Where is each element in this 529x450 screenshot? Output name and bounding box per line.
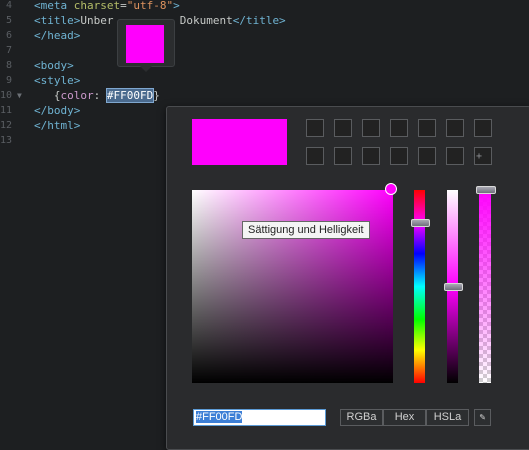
code-token: </title> — [232, 14, 286, 27]
color-preview-popover — [117, 19, 175, 72]
code-token: } — [153, 89, 160, 102]
saturation-tooltip: Sättigung und Helligkeit — [242, 221, 370, 239]
preset-swatch[interactable] — [474, 119, 492, 137]
code-text: </head> — [34, 28, 80, 43]
code-text: </html> — [34, 118, 80, 133]
code-text: {color: #FF00FD} — [34, 88, 160, 103]
mode-hex-button[interactable]: Hex — [383, 409, 426, 426]
code-text: <meta charset="utf-8"> — [34, 0, 180, 13]
code-text: </body> — [34, 103, 80, 118]
code-token: </html> — [34, 119, 81, 132]
preset-swatch[interactable] — [446, 147, 464, 165]
preset-swatch[interactable] — [306, 119, 324, 137]
code-token: { — [34, 89, 61, 102]
code-text: <body> — [34, 58, 74, 73]
code-token: : — [93, 89, 107, 102]
line-number: 11 — [0, 105, 13, 116]
hex-input-value: #FF00FD — [196, 411, 243, 423]
hue-slider-thumb[interactable] — [411, 218, 430, 227]
line-number: 10 — [0, 90, 13, 101]
code-token: Unber — [80, 14, 114, 27]
line-number: 12 — [0, 120, 13, 131]
alpha-slider-thumb[interactable] — [476, 186, 496, 194]
saturation-handle[interactable] — [385, 183, 397, 195]
code-token: </head> — [34, 29, 81, 42]
lightness-slider-thumb[interactable] — [444, 282, 463, 291]
alpha-slider[interactable] — [479, 190, 491, 383]
code-token: Dokument — [179, 14, 233, 27]
add-preset-icon[interactable]: + — [476, 151, 482, 162]
hex-input-field[interactable]: #FF00FD — [193, 409, 326, 426]
color-picker-panel: + Sättigung und Helligkeit #FF00FD RGBa … — [166, 106, 529, 450]
code-token: charset — [73, 0, 121, 12]
saturation-lightness-field[interactable] — [192, 190, 393, 383]
preset-swatch[interactable] — [418, 119, 436, 137]
code-token: <title> — [34, 14, 81, 27]
line-number: 7 — [5, 45, 12, 56]
preset-swatch[interactable] — [446, 119, 464, 137]
current-color-swatch — [192, 119, 287, 165]
color-preview-swatch — [126, 25, 164, 63]
code-token: <meta — [34, 0, 74, 12]
fold-arrow-icon[interactable]: ▼ — [17, 88, 22, 103]
line-number: 5 — [5, 15, 12, 26]
code-token: <body> — [34, 59, 74, 72]
line-number: 13 — [0, 135, 13, 146]
code-token: = — [120, 0, 127, 12]
mode-rgba-button[interactable]: RGBa — [340, 409, 383, 426]
code-text: <style> — [34, 73, 80, 88]
preset-swatch[interactable] — [390, 119, 408, 137]
preset-swatch[interactable] — [362, 147, 380, 165]
preset-swatch[interactable] — [306, 147, 324, 165]
line-number: 6 — [5, 30, 12, 41]
mode-hsla-button[interactable]: HSLa — [426, 409, 469, 426]
preset-swatch[interactable] — [334, 147, 352, 165]
selected-color-value: #FF00FD — [105, 88, 155, 103]
preset-swatch[interactable] — [334, 119, 352, 137]
line-number: 8 — [5, 60, 12, 71]
code-token: color — [60, 89, 94, 102]
code-token: > — [173, 0, 180, 12]
code-token: </body> — [34, 104, 81, 117]
preset-swatch[interactable] — [418, 147, 436, 165]
code-token: "utf-8" — [126, 0, 174, 12]
preset-swatch[interactable] — [390, 147, 408, 165]
line-number: 4 — [5, 0, 12, 11]
line-number: 9 — [5, 75, 12, 86]
code-token: <style> — [34, 74, 81, 87]
preset-swatch[interactable] — [362, 119, 380, 137]
popover-arrow — [139, 65, 153, 72]
eyedropper-icon[interactable]: ✎ — [474, 409, 491, 426]
